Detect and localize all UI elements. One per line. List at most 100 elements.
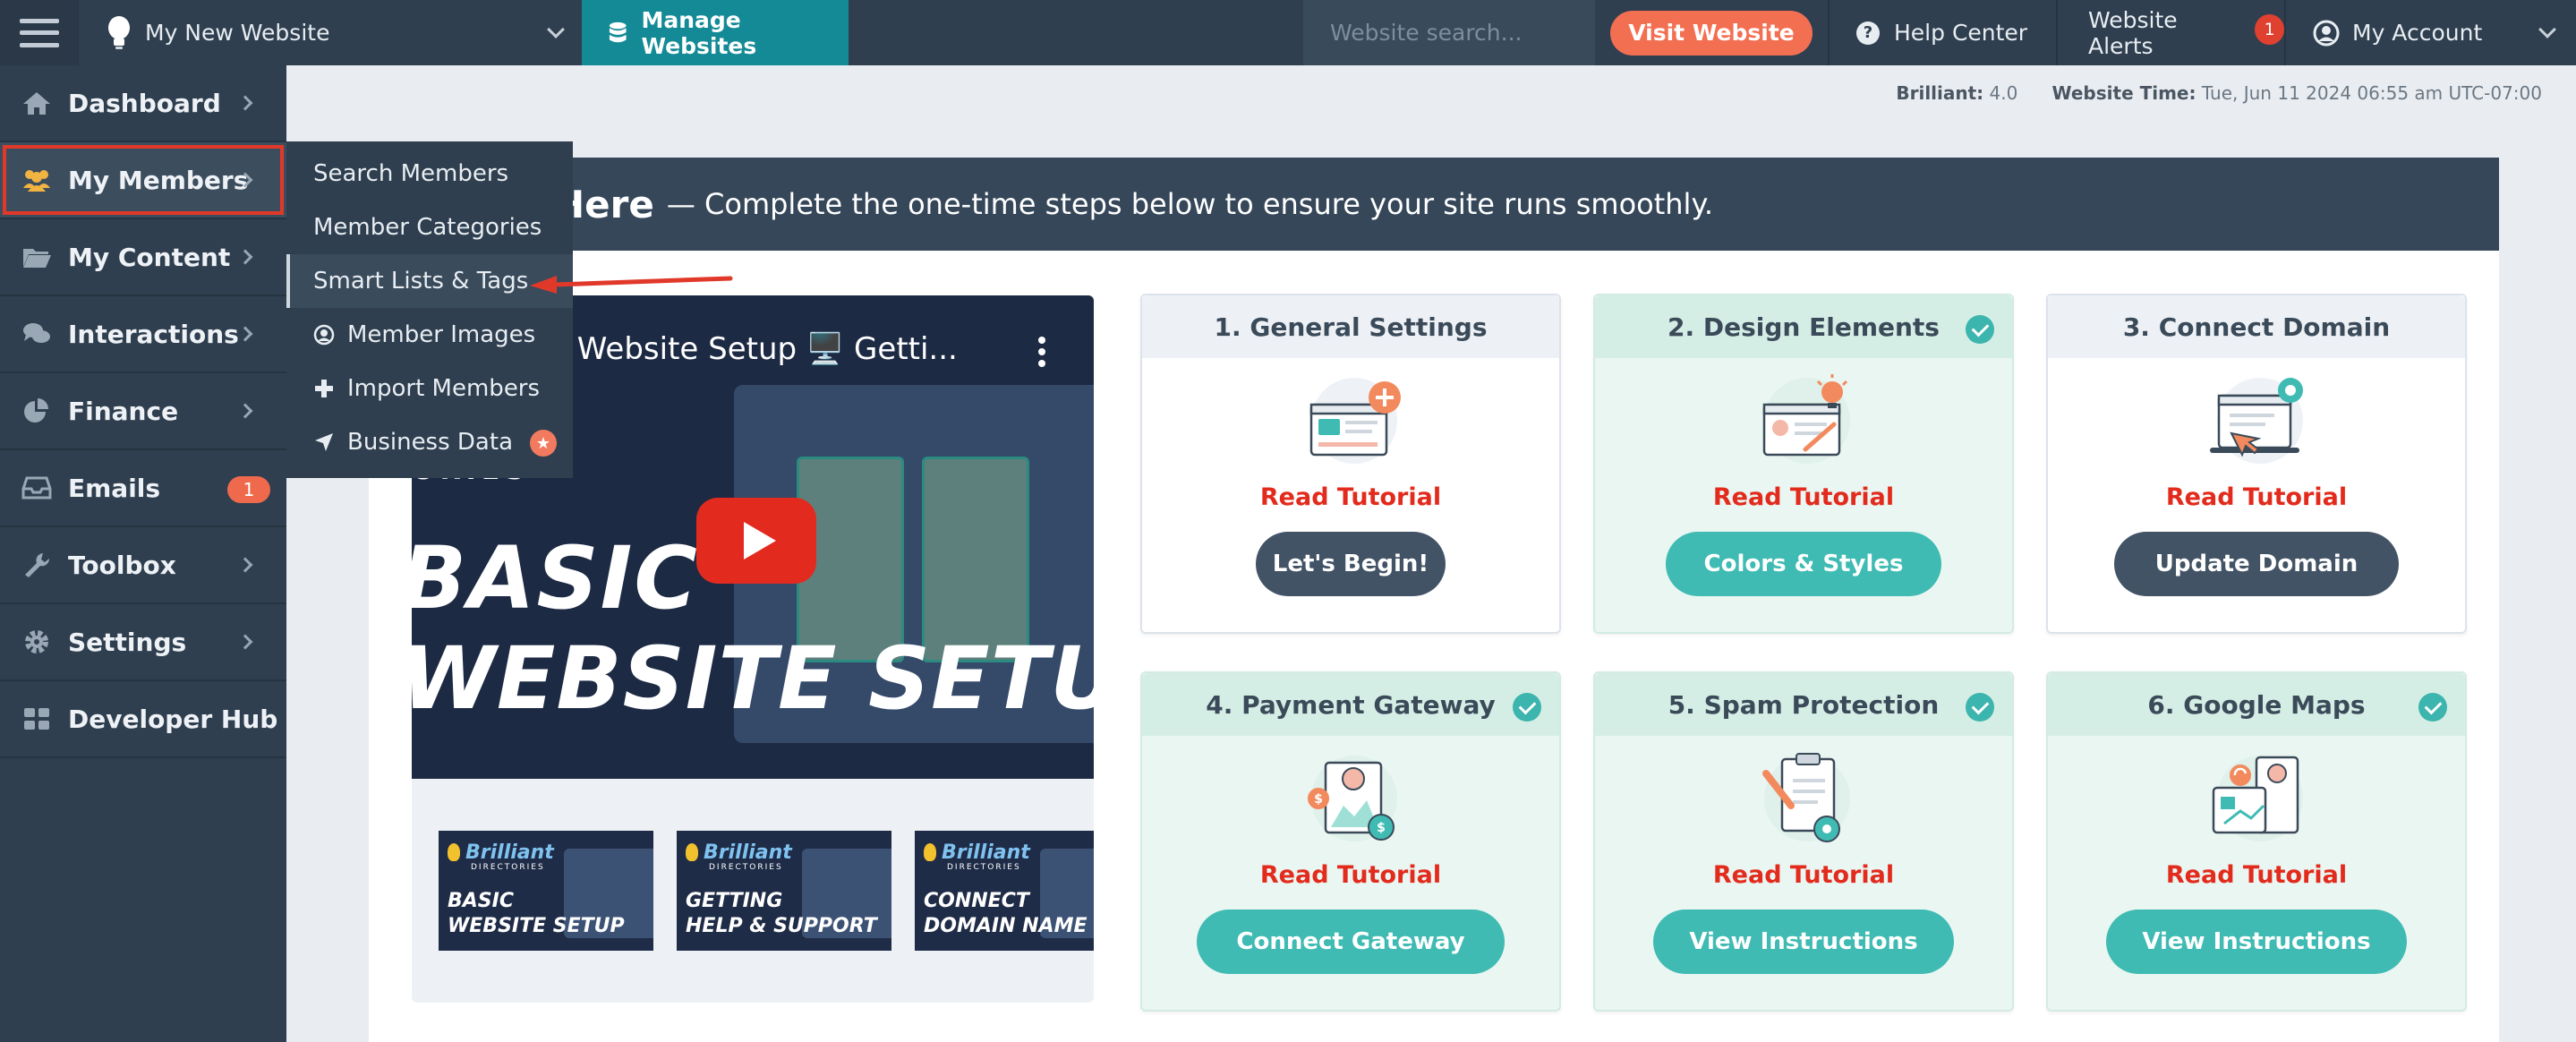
update-domain-button[interactable]: Update Domain <box>2114 532 2399 596</box>
sidebar-item-label: Finance <box>68 396 179 426</box>
brilliant-version-label: Brilliant: <box>1896 82 1984 104</box>
chevron-right-icon <box>237 326 253 342</box>
playlist-thumbnail[interactable]: Brilliant DIRECTORIES CONNECT DOMAIN NAM… <box>915 831 1094 951</box>
submenu-item-label: Business Data <box>347 429 513 456</box>
sidebar-item-interactions[interactable]: Interactions <box>0 296 286 373</box>
svg-text:$: $ <box>1377 821 1386 835</box>
video-headline-line1: BASIC <box>412 528 699 628</box>
users-icon <box>23 170 50 192</box>
step-title-wrap: 4. Payment Gateway <box>1142 673 1559 736</box>
help-center-label: Help Center <box>1894 20 2028 46</box>
payment-illustration-icon: $ $ <box>1308 756 1397 841</box>
video-playlist: Brilliant DIRECTORIES BASIC WEBSITE SETU… <box>439 831 1094 951</box>
website-search <box>1303 0 1595 65</box>
hamburger-menu-button[interactable] <box>0 0 79 65</box>
step-card-google-maps: 6. Google Maps Read Tutorial View Instru… <box>2046 671 2467 1012</box>
submenu-item-member-images[interactable]: Member Images <box>286 308 573 362</box>
lets-begin-button[interactable]: Let's Begin! <box>1256 532 1446 596</box>
lightbulb-icon <box>924 843 936 861</box>
submenu-item-label: Search Members <box>313 160 509 187</box>
read-tutorial-link[interactable]: Read Tutorial <box>1142 483 1559 511</box>
database-icon <box>609 21 627 42</box>
website-time-label: Website Time: <box>2051 82 2196 104</box>
playlist-thumbnail[interactable]: Brilliant DIRECTORIES BASIC WEBSITE SETU… <box>439 831 653 951</box>
colors-styles-button[interactable]: Colors & Styles <box>1666 532 1941 596</box>
grid-icon <box>24 708 49 730</box>
sidebar-item-developer-hub[interactable]: Developer Hub <box>0 681 286 758</box>
panel-header-subtitle: — Complete the one-time steps below to e… <box>666 187 1713 221</box>
chevron-right-icon <box>237 95 253 111</box>
sidebar-item-label: My Members <box>68 165 249 195</box>
more-options-icon[interactable] <box>1038 337 1045 367</box>
submenu-item-member-categories[interactable]: Member Categories <box>286 201 573 254</box>
alerts-count-badge: 1 <box>2255 13 2284 45</box>
step-title: 3. Connect Domain <box>2048 295 2465 358</box>
submenu-item-search-members[interactable]: Search Members <box>286 147 573 201</box>
submenu-item-label: Import Members <box>347 375 541 402</box>
sidebar-item-toolbox[interactable]: Toolbox <box>0 527 286 604</box>
sidebar-item-settings[interactable]: Settings <box>0 604 286 681</box>
brilliant-version-value: 4.0 <box>1989 82 2018 104</box>
read-tutorial-link[interactable]: Read Tutorial <box>1142 861 1559 889</box>
sidebar-item-label: Developer Hub <box>68 704 278 734</box>
lightbulb-icon <box>448 843 460 861</box>
site-status-line: Brilliant: 4.0 Website Time: Tue, Jun 11… <box>1896 82 2542 104</box>
website-selector[interactable]: My New Website <box>79 0 582 65</box>
emails-count-badge: 1 <box>227 476 270 503</box>
step-card-spam-protection: 5. Spam Protection Read Tutorial View In… <box>1593 671 2014 1012</box>
website-alerts-link[interactable]: Website Alerts 1 <box>2056 0 2284 65</box>
sidebar: Dashboard My Members My Content Interact… <box>0 65 286 1042</box>
step-title: 1. General Settings <box>1142 295 1559 358</box>
settings-illustration-icon <box>1309 378 1401 464</box>
help-center-link[interactable]: ? Help Center <box>1828 0 2056 65</box>
submenu-item-import-members[interactable]: Import Members <box>286 362 573 415</box>
sidebar-item-label: Interactions <box>68 319 239 349</box>
lightbulb-icon <box>686 843 698 861</box>
menu-icon <box>20 18 59 47</box>
svg-text:$: $ <box>1314 792 1323 807</box>
chat-icon <box>23 323 50 343</box>
my-account-label: My Account <box>2352 20 2483 46</box>
view-instructions-button[interactable]: View Instructions <box>1653 910 1954 974</box>
check-circle-icon <box>1966 693 1994 722</box>
play-button-icon[interactable] <box>696 498 816 584</box>
sidebar-item-dashboard[interactable]: Dashboard <box>0 65 286 142</box>
top-bar: My New Website Manage Websites Visit Web… <box>0 0 2576 65</box>
sidebar-item-emails[interactable]: Emails 1 <box>0 450 286 527</box>
view-instructions-button[interactable]: View Instructions <box>2106 910 2407 974</box>
step-card-payment-gateway: 4. Payment Gateway $ $ Read Tutorial Con… <box>1140 671 1561 1012</box>
submenu-item-business-data[interactable]: Business Data ★ <box>286 415 573 469</box>
step-card-general-settings: 1. General Settings Read Tutorial Let's … <box>1140 294 1561 634</box>
read-tutorial-link[interactable]: Read Tutorial <box>2048 483 2465 511</box>
user-circle-icon <box>313 324 335 346</box>
website-alerts-label: Website Alerts <box>2088 6 2178 59</box>
step-title: 2. Design Elements <box>1668 312 1940 342</box>
website-search-input[interactable] <box>1330 20 1581 46</box>
star-icon: ★ <box>530 430 557 457</box>
step-title-wrap: 6. Google Maps <box>2048 673 2465 736</box>
manage-websites-button[interactable]: Manage Websites <box>582 0 849 65</box>
check-circle-icon <box>1966 315 1994 344</box>
domain-illustration-icon <box>2210 378 2303 464</box>
sidebar-item-finance[interactable]: Finance <box>0 373 286 450</box>
connect-gateway-button[interactable]: Connect Gateway <box>1197 910 1505 974</box>
playlist-thumbnail[interactable]: Brilliant DIRECTORIES GETTING HELP & SUP… <box>677 831 891 951</box>
sidebar-item-label: Settings <box>68 627 187 657</box>
submenu-item-label: Smart Lists & Tags <box>313 268 529 295</box>
spam-protection-illustration-icon <box>1762 753 1850 842</box>
read-tutorial-link[interactable]: Read Tutorial <box>1595 483 2012 511</box>
check-circle-icon <box>1513 693 1541 722</box>
my-members-submenu: Search Members Member Categories Smart L… <box>286 141 573 478</box>
step-title: 6. Google Maps <box>2147 689 2366 720</box>
read-tutorial-link[interactable]: Read Tutorial <box>1595 861 2012 889</box>
read-tutorial-link[interactable]: Read Tutorial <box>2048 861 2465 889</box>
step-title: 4. Payment Gateway <box>1206 689 1496 720</box>
sidebar-item-my-members[interactable]: My Members <box>0 142 286 219</box>
panel-header: Here — Complete the one-time steps below… <box>369 158 2499 251</box>
my-account-menu[interactable]: My Account <box>2284 0 2573 65</box>
wrench-icon <box>25 553 50 577</box>
visit-website-button[interactable]: Visit Website <box>1610 10 1813 56</box>
sidebar-item-my-content[interactable]: My Content <box>0 219 286 296</box>
google-maps-illustration-icon <box>2212 756 2303 841</box>
manage-websites-label: Manage Websites <box>641 6 757 59</box>
